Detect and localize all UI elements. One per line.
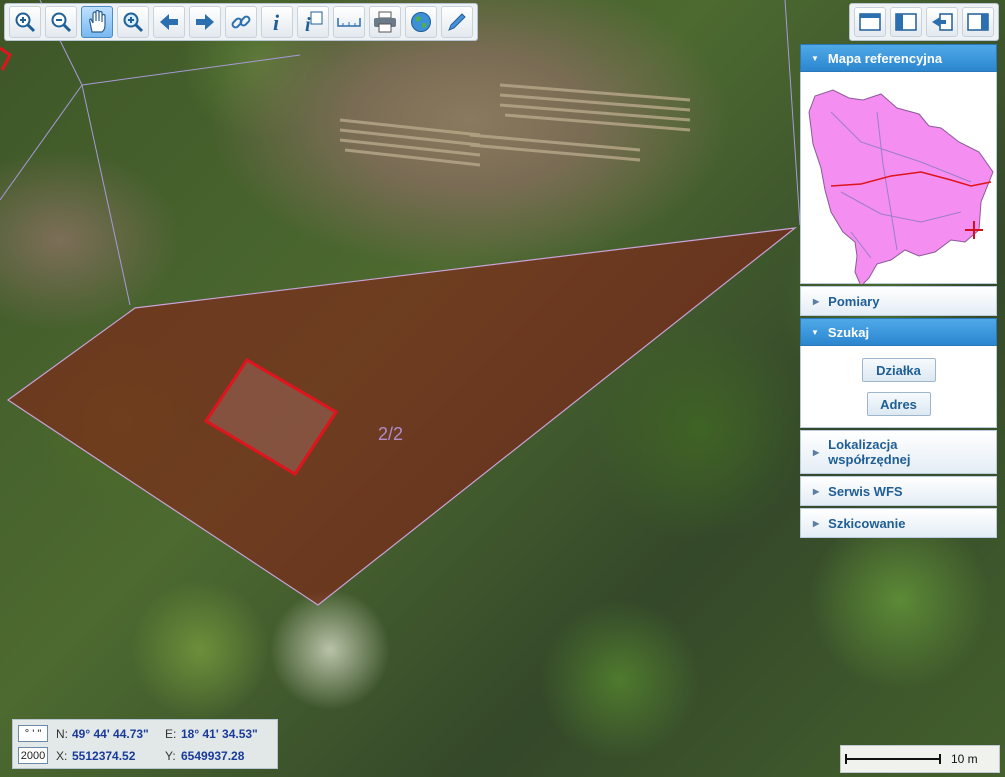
zoom-in-button[interactable] bbox=[9, 6, 41, 38]
triangle-down-icon: ▼ bbox=[811, 327, 819, 337]
arrow-left-icon bbox=[160, 14, 178, 30]
info-document-button[interactable]: i bbox=[297, 6, 329, 38]
measure-button[interactable] bbox=[333, 6, 365, 38]
reference-map-title: Mapa referencyjna bbox=[827, 50, 943, 66]
x-label: X: bbox=[56, 749, 68, 763]
reference-map-image bbox=[808, 89, 994, 287]
export-icon bbox=[932, 13, 953, 31]
measurements-title: Pomiary bbox=[828, 293, 880, 309]
triangle-right-icon: ▶ bbox=[813, 447, 820, 457]
coordinate-format-toggle[interactable]: ° ' " bbox=[18, 725, 48, 742]
globe-icon bbox=[411, 12, 431, 32]
side-panel: ▼ Mapa referencyjna ▶ Pomiary ▼ Szukaj D… bbox=[800, 44, 997, 538]
right-panel-button[interactable] bbox=[962, 7, 994, 37]
sketching-title: Szkicowanie bbox=[828, 515, 906, 531]
print-button[interactable] bbox=[369, 6, 401, 38]
export-button[interactable] bbox=[926, 7, 958, 37]
parcel-number-label: 2/2 bbox=[378, 424, 403, 444]
address-search-button[interactable]: Adres bbox=[866, 392, 931, 416]
coordinate-location-line2: współrzędnej bbox=[828, 452, 911, 467]
printer-icon bbox=[374, 11, 396, 33]
info-document-icon: i bbox=[305, 11, 323, 34]
ruler-icon bbox=[337, 18, 361, 27]
edge-outline-fragment bbox=[0, 46, 12, 71]
scale-bar-label: 10 m bbox=[951, 752, 978, 766]
zoom-out-icon bbox=[51, 12, 72, 33]
triangle-down-icon: ▼ bbox=[811, 53, 819, 63]
reference-map[interactable] bbox=[800, 72, 997, 287]
triangle-right-icon: ▶ bbox=[813, 486, 820, 496]
window-icon bbox=[859, 13, 881, 31]
svg-text:i: i bbox=[305, 14, 311, 34]
triangle-right-icon: ▶ bbox=[813, 518, 820, 528]
pencil-icon bbox=[448, 13, 466, 31]
x-value: 5512374.52 bbox=[72, 749, 136, 763]
window-button[interactable] bbox=[854, 7, 886, 37]
link-button[interactable] bbox=[225, 6, 257, 38]
n-value: 49° 44' 44.73" bbox=[72, 727, 149, 741]
zoom-box-button[interactable] bbox=[117, 6, 149, 38]
info-icon: i bbox=[273, 10, 280, 34]
parcel-polygon[interactable] bbox=[6, 227, 798, 606]
split-panel-icon bbox=[895, 13, 917, 31]
back-button[interactable] bbox=[153, 6, 185, 38]
arrow-right-icon bbox=[196, 14, 214, 30]
forward-button[interactable] bbox=[189, 6, 221, 38]
scale-bar: 10 m bbox=[840, 745, 1000, 773]
search-header[interactable]: ▼ Szukaj bbox=[800, 318, 997, 346]
triangle-right-icon: ▶ bbox=[813, 296, 820, 306]
magnifier-icon bbox=[123, 12, 144, 33]
coordinates-panel: ° ' " 2000 N: 49° 44' 44.73" E: 18° 41' … bbox=[12, 719, 278, 769]
search-body: Działka Adres bbox=[800, 346, 997, 428]
globe-button[interactable] bbox=[405, 6, 437, 38]
parcel-search-button[interactable]: Działka bbox=[861, 358, 936, 382]
zoom-in-icon bbox=[15, 12, 36, 33]
scale-bar-line bbox=[845, 754, 941, 764]
coordinate-location-section[interactable]: ▶ Lokalizacja współrzędnej bbox=[800, 430, 997, 474]
scale-input[interactable]: 2000 bbox=[18, 747, 48, 764]
e-value: 18° 41' 34.53" bbox=[181, 727, 258, 741]
y-label: Y: bbox=[165, 749, 176, 763]
draw-button[interactable] bbox=[441, 6, 473, 38]
measurements-section[interactable]: ▶ Pomiary bbox=[800, 286, 997, 316]
pan-button[interactable] bbox=[81, 6, 113, 38]
coordinate-location-line1: Lokalizacja bbox=[828, 437, 898, 452]
e-label: E: bbox=[165, 727, 177, 741]
coordinate-location-title: Lokalizacja współrzędnej bbox=[828, 437, 910, 467]
map-toolbar: i i bbox=[4, 3, 478, 41]
timber-stacks bbox=[339, 83, 691, 167]
wfs-service-title: Serwis WFS bbox=[828, 483, 903, 499]
sketching-section[interactable]: ▶ Szkicowanie bbox=[800, 508, 997, 538]
info-button[interactable]: i bbox=[261, 6, 293, 38]
svg-text:i: i bbox=[273, 10, 280, 34]
link-icon bbox=[231, 15, 251, 29]
window-toolbar bbox=[849, 3, 999, 41]
n-label: N: bbox=[56, 727, 68, 741]
search-title: Szukaj bbox=[827, 324, 870, 340]
hand-icon bbox=[89, 10, 106, 33]
wfs-service-section[interactable]: ▶ Serwis WFS bbox=[800, 476, 997, 506]
y-value: 6549937.28 bbox=[181, 749, 245, 763]
reference-map-header[interactable]: ▼ Mapa referencyjna bbox=[800, 44, 997, 72]
split-panel-button[interactable] bbox=[890, 7, 922, 37]
right-panel-icon bbox=[967, 13, 989, 31]
zoom-out-button[interactable] bbox=[45, 6, 77, 38]
